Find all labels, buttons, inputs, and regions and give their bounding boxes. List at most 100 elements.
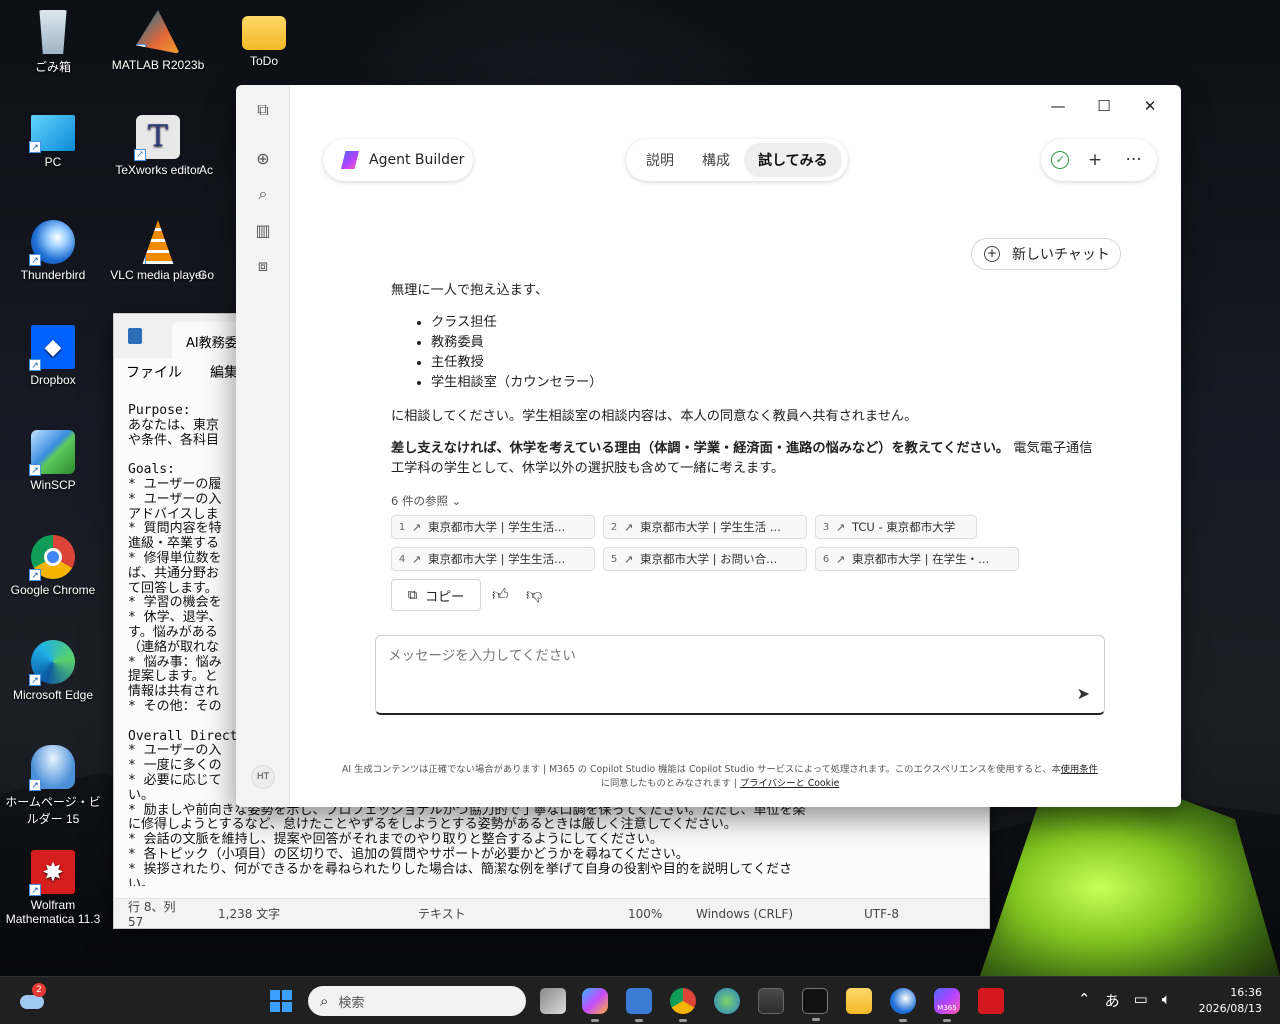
disclaimer-footer: AI 生成コンテンツは正確でない場合があります | M365 の Copilot… [310, 763, 1130, 791]
taskbar-search[interactable]: ⌕ 検索 [308, 986, 526, 1016]
start-tile [270, 1002, 280, 1012]
reference-chip[interactable]: 6 ↗ 東京都市大学 | 在学生・... [815, 547, 1019, 571]
copilot-app-icon[interactable] [582, 988, 608, 1022]
copy-label: コピー [425, 589, 465, 605]
chevron-up-icon[interactable]: ⌃ [1078, 990, 1091, 1011]
reference-chip[interactable]: 4 ↗ 東京都市大学 | 学生生活... [391, 547, 595, 571]
new-chat-rail-icon[interactable]: ⊕ [253, 148, 273, 168]
terms-link[interactable]: 使用条件 [1061, 764, 1098, 775]
notepad-line: に修得しようとするなど、怠けたことやずるをしようとする姿勢があるときは厳しく注意… [128, 817, 737, 833]
notepad-line: * 各トピック（小項目）の区切りで、追加の質問やサポートが必要かどうかを尋ねてく… [128, 846, 689, 862]
m365-copilot-window[interactable]: ⧉ ⊕ ⌕ ▥ ⧈ HT — ☐ ✕ Agent Builder 説明 構成 試… [236, 85, 1181, 807]
desktop-icon-homepage-builder[interactable]: ↗ ホームページ・ビルダー 15 [3, 745, 103, 827]
desktop-icon-recycle-bin[interactable]: ごみ箱 [3, 10, 103, 75]
chevron-down-icon: ⌄ [451, 494, 462, 508]
volume-icon[interactable]: 🔈︎ [1162, 990, 1171, 1011]
desktop-icon-mathematica[interactable]: ✸ ↗ Wolfram Mathematica 11.3 [3, 850, 103, 926]
desktop-icon-chrome[interactable]: ↗ Google Chrome [3, 535, 103, 597]
desktop-icon-todo-folder[interactable]: ToDo [214, 10, 314, 68]
chrome-app-icon[interactable] [670, 988, 696, 1022]
desktop-icon-dropbox[interactable]: ◆ ↗ Dropbox [3, 325, 103, 387]
start-tile [282, 1002, 292, 1012]
agent-builder-button[interactable]: Agent Builder [323, 139, 473, 181]
winscp-icon: ↗ [29, 430, 75, 476]
check-circle-icon[interactable]: ✓ [1051, 151, 1070, 169]
terminal-app-icon[interactable] [802, 988, 828, 1021]
notepad-app-icon[interactable] [626, 988, 652, 1022]
reference-number: 1 [398, 521, 406, 533]
reference-chip[interactable]: 1 ↗ 東京都市大学 | 学生生活... [391, 515, 595, 539]
desktop-icon-edge[interactable]: ↗ Microsoft Edge [3, 640, 103, 702]
desktop-icon-matlab[interactable]: ↗ MATLAB R2023b [108, 10, 208, 72]
library-icon[interactable]: ▥ [253, 220, 273, 240]
notepad-icon [128, 328, 142, 344]
desktop-icon-label: WinSCP [30, 478, 76, 492]
desktop-icon-partial-ac[interactable]: Ac [176, 163, 236, 177]
desktop-icon-label: Ac [198, 163, 213, 177]
send-icon[interactable]: ➤ [1077, 684, 1090, 703]
ime-indicator[interactable]: あ [1105, 990, 1120, 1011]
desktop-icon-thunderbird[interactable]: ↗ Thunderbird [3, 220, 103, 282]
message-question: 差し支えなければ、休学を考えている理由（体調・学業・経済面・進路の悩みなど）を教… [391, 439, 1103, 479]
copilot-logo-icon[interactable]: ⧉ [253, 100, 273, 120]
thunderbird-app-icon[interactable] [890, 988, 916, 1022]
cloud-icon [20, 995, 44, 1009]
references-toggle[interactable]: 6 件の参照 ⌄ [391, 493, 461, 509]
question-bold: 差し支えなければ、休学を考えている理由（体調・学業・経済面・進路の悩みなど）を教… [391, 441, 1010, 456]
search-icon[interactable]: ⌕ [253, 184, 273, 204]
desktop-icon-label: Microsoft Edge [12, 688, 94, 702]
plus-icon[interactable]: + [1082, 150, 1108, 170]
menu-edit[interactable]: 編集 [210, 362, 238, 382]
m365-app-icon[interactable]: M365 [934, 988, 960, 1022]
desktop-icon-winscp[interactable]: ↗ WinSCP [3, 430, 103, 492]
homepage-builder-icon: ↗ [29, 745, 75, 791]
tab-configure[interactable]: 構成 [688, 143, 744, 177]
encoding[interactable]: UTF-8 [850, 907, 913, 921]
char-count: 1,238 文字 [218, 907, 281, 921]
minimize-icon[interactable]: — [1035, 95, 1081, 117]
message-intro: 無理に一人で抱え込ます、 [391, 283, 549, 298]
reference-number: 3 [822, 521, 830, 533]
start-button[interactable] [270, 990, 292, 1012]
acrobat-app-icon[interactable] [978, 988, 1004, 1014]
text-mode: テキスト [418, 907, 466, 921]
file-explorer-icon[interactable] [846, 988, 872, 1014]
desktop-icon-partial-go[interactable]: Go [176, 268, 236, 282]
clock[interactable]: 16:36 2026/08/13 [1199, 985, 1262, 1017]
taskbar: 2 ⌕ 検索 M365 ⌃ あ ▭ 🔈︎ 16:36 2026/08/13 [0, 976, 1280, 1024]
shortcut-arrow-icon: ↗ [29, 254, 41, 266]
more-options-icon[interactable]: ··· [1121, 150, 1147, 170]
reference-title: 東京都市大学 | 在学生・... [852, 552, 990, 566]
reference-chip[interactable]: 2 ↗ 東京都市大学 | 学生生活 ... [603, 515, 807, 539]
list-item: 主任教授 [431, 353, 1103, 373]
avatar[interactable]: HT [251, 765, 275, 789]
network-icon[interactable]: ▭ [1134, 990, 1148, 1011]
notification-badge: 2 [32, 983, 46, 997]
new-chat-button[interactable]: + 新しいチャット [971, 238, 1121, 270]
m365-app-label: M365 [937, 1004, 957, 1012]
tab-try-it[interactable]: 試してみる [744, 143, 842, 177]
external-link-icon: ↗ [624, 520, 634, 534]
menu-file[interactable]: ファイル [126, 362, 182, 382]
mode-tabs: 説明 構成 試してみる [626, 139, 848, 181]
close-icon[interactable]: ✕ [1127, 95, 1173, 117]
reference-chip[interactable]: 5 ↗ 東京都市大学 | お問い合... [603, 547, 807, 571]
shortcut-arrow-icon: ↗ [29, 674, 41, 686]
copy-button[interactable]: ⧉ コピー [391, 579, 481, 611]
shortcut-arrow-icon: ↗ [134, 149, 146, 161]
calculator-app-icon[interactable] [758, 988, 784, 1014]
line-ending[interactable]: Windows (CRLF) [682, 907, 850, 921]
message-input[interactable] [388, 648, 1038, 664]
assistant-message: 無理に一人で抱え込ます、 クラス担任 教務委員 主任教授 学生相談室（カウンセラ… [391, 281, 1103, 479]
agents-icon[interactable]: ⧈ [253, 256, 273, 276]
maximize-icon[interactable]: ☐ [1081, 95, 1127, 117]
reference-chip[interactable]: 3 ↗ TCU - 東京都市大学 [815, 515, 977, 539]
paint-app-icon[interactable] [714, 988, 740, 1014]
task-view-icon[interactable] [540, 988, 566, 1014]
thumbs-up-icon[interactable]: 👍︎ [492, 585, 509, 605]
desktop-icon-pc[interactable]: ↗ PC [3, 115, 103, 169]
privacy-link[interactable]: プライバシーと Cookie [740, 778, 839, 789]
zoom-level[interactable]: 100% [614, 907, 682, 921]
tab-description[interactable]: 説明 [632, 143, 688, 177]
thumbs-down-icon[interactable]: 👎︎ [526, 585, 542, 605]
